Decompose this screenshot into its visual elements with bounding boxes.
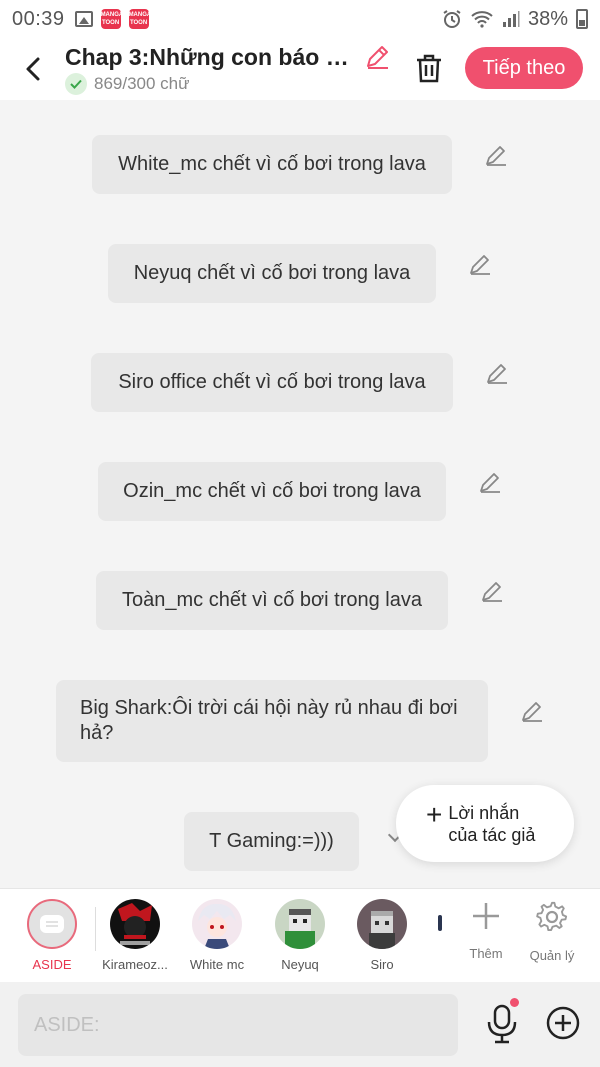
avatar <box>192 899 242 949</box>
add-character-button[interactable]: Thêm <box>456 901 516 961</box>
alarm-icon <box>443 10 461 28</box>
word-count: 869/300 chữ <box>65 73 190 95</box>
wifi-icon <box>471 11 493 28</box>
input-bar <box>0 982 600 1067</box>
message-bubble[interactable]: Neyuq chết vì cố bơi trong lava <box>108 244 436 303</box>
character-label: Neyuq <box>281 957 319 972</box>
add-label: Thêm <box>469 946 503 961</box>
battery-percent: 38% <box>527 7 568 30</box>
top-bar: Chap 3:Những con báo mớ... 869/300 chữ T… <box>0 38 600 100</box>
signal-icon <box>502 11 520 27</box>
character-label: Siro <box>370 957 394 972</box>
avatar <box>110 899 160 949</box>
add-circle-icon[interactable] <box>546 1006 580 1040</box>
character-kirameoz[interactable]: Kirameoz... <box>95 899 175 972</box>
pencil-icon[interactable] <box>484 143 508 167</box>
gallery-icon <box>74 11 93 27</box>
chapter-title[interactable]: Chap 3:Những con báo mớ... <box>65 44 365 71</box>
character-label: White mc <box>189 957 245 972</box>
author-note-line2: của tác giả <box>448 824 536 845</box>
pencil-icon[interactable] <box>478 470 502 494</box>
message-bubble[interactable]: Ozin_mc chết vì cố bơi trong lava <box>98 462 446 521</box>
status-bar: 00:39 MANGA TOON MANGA TOON 38% <box>0 0 600 38</box>
message-bubble[interactable]: T Gaming:=))) <box>184 812 359 871</box>
battery-icon <box>576 9 588 29</box>
pencil-icon[interactable] <box>480 579 504 603</box>
next-button[interactable]: Tiếp theo <box>465 47 583 89</box>
character-aside[interactable]: ASIDE <box>12 899 92 972</box>
author-note-line1: Lời nhắn <box>448 802 520 823</box>
pencil-icon[interactable] <box>520 699 544 723</box>
pencil-icon[interactable] <box>364 44 390 70</box>
manage-button[interactable]: Quản lý <box>522 901 582 963</box>
trash-icon[interactable] <box>414 52 444 84</box>
plus-icon: + <box>426 798 443 830</box>
character-label: Kirameoz... <box>102 957 168 972</box>
aside-chat-icon <box>27 899 77 949</box>
back-icon[interactable] <box>20 54 48 84</box>
character-white-mc[interactable]: White mc <box>177 899 257 972</box>
pencil-icon[interactable] <box>468 252 492 276</box>
message-input[interactable] <box>18 994 458 1056</box>
avatar <box>275 899 325 949</box>
character-siro[interactable]: Siro <box>342 899 422 972</box>
message-bubble[interactable]: Siro office chết vì cố bơi trong lava <box>91 353 453 412</box>
message-bubble[interactable]: Big Shark:Ôi trời cái hội này rủ nhau đi… <box>56 680 488 762</box>
notification-dot <box>510 998 519 1007</box>
message-bubble[interactable]: White_mc chết vì cố bơi trong lava <box>92 135 452 194</box>
character-neyuq[interactable]: Neyuq <box>260 899 340 972</box>
avatar <box>357 899 407 949</box>
mangatoon-app-icon: MANGA TOON <box>100 9 123 29</box>
character-label: ASIDE <box>32 957 72 972</box>
word-count-text: 869/300 chữ <box>94 74 190 93</box>
message-bubble[interactable]: Toàn_mc chết vì cố bơi trong lava <box>96 571 448 630</box>
plus-icon <box>473 903 499 929</box>
character-partial <box>438 915 442 931</box>
character-bar: ASIDE Kirameoz... White mc Neyuq Siro Th… <box>0 888 600 982</box>
author-note-button[interactable]: + Lời nhắn của tác giả <box>396 785 574 862</box>
mangatoon-app-icon-2: MANGA TOON <box>128 9 151 29</box>
status-time: 00:39 <box>12 7 65 30</box>
check-icon <box>65 73 87 95</box>
gear-icon <box>536 901 568 932</box>
pencil-icon[interactable] <box>485 361 509 385</box>
manage-label: Quản lý <box>529 948 575 963</box>
mic-icon[interactable] <box>486 1004 518 1044</box>
